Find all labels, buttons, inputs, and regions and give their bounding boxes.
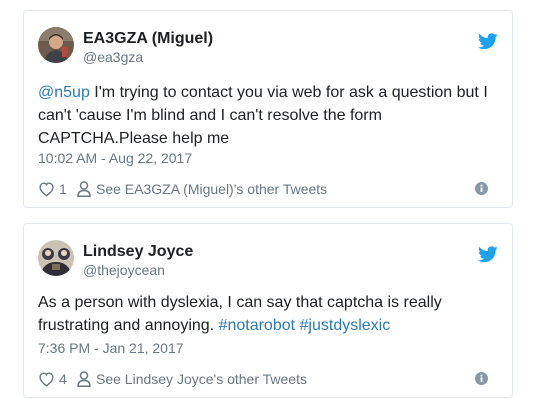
- tweet-feed: EA3GZA (Miguel) @ea3gza @n5up I'm trying…: [0, 0, 534, 402]
- heart-icon: [39, 182, 54, 197]
- avatar[interactable]: [38, 27, 74, 63]
- tweet-card[interactable]: EA3GZA (Miguel) @ea3gza @n5up I'm trying…: [23, 10, 513, 208]
- other-tweets-link[interactable]: See EA3GZA (Miguel)'s other Tweets: [77, 179, 327, 199]
- twitter-bird-icon[interactable]: [478, 33, 498, 50]
- tweet-text-segment: I'm trying to contact you via web for as…: [38, 84, 488, 147]
- person-icon: [77, 371, 91, 387]
- tweet-header: EA3GZA (Miguel) @ea3gza: [38, 27, 498, 69]
- other-tweets-link[interactable]: See Lindsey Joyce's other Tweets: [77, 369, 307, 389]
- like-count: 1: [59, 181, 67, 197]
- like-button[interactable]: 4: [38, 369, 67, 389]
- hashtag-link[interactable]: #justdyslexic: [300, 317, 391, 334]
- info-icon[interactable]: [475, 182, 488, 195]
- twitter-bird-icon[interactable]: [478, 246, 498, 263]
- handle[interactable]: @ea3gza: [83, 48, 213, 66]
- info-icon[interactable]: [475, 372, 488, 385]
- handle[interactable]: @thejoycean: [83, 261, 193, 279]
- tweet-text: @n5up I'm trying to contact you via web …: [38, 81, 498, 150]
- like-button[interactable]: 1: [38, 179, 67, 199]
- tweet-text: As a person with dyslexia, I can say tha…: [38, 291, 498, 337]
- author-names: Lindsey Joyce @thejoycean: [83, 243, 193, 279]
- hashtag-link[interactable]: #notarobot: [219, 317, 296, 334]
- author-names: EA3GZA (Miguel) @ea3gza: [83, 30, 213, 66]
- timestamp[interactable]: 10:02 AM - Aug 22, 2017: [38, 149, 192, 167]
- mention-link[interactable]: @n5up: [38, 84, 90, 101]
- timestamp[interactable]: 7:36 PM - Jan 21, 2017: [38, 339, 184, 357]
- tweet-header: Lindsey Joyce @thejoycean: [38, 240, 498, 282]
- tweet-actions: 1 See EA3GZA (Miguel)'s other Tweets: [38, 179, 498, 199]
- other-tweets-label: See EA3GZA (Miguel)'s other Tweets: [96, 181, 328, 197]
- heart-icon: [39, 372, 54, 387]
- display-name[interactable]: Lindsey Joyce: [83, 243, 193, 261]
- tweet-actions: 4 See Lindsey Joyce's other Tweets: [38, 369, 498, 389]
- display-name[interactable]: EA3GZA (Miguel): [83, 30, 213, 48]
- avatar[interactable]: [38, 240, 74, 276]
- person-icon: [77, 181, 91, 197]
- like-count: 4: [59, 371, 67, 387]
- tweet-card[interactable]: Lindsey Joyce @thejoycean As a person wi…: [23, 223, 513, 398]
- other-tweets-label: See Lindsey Joyce's other Tweets: [96, 371, 307, 387]
